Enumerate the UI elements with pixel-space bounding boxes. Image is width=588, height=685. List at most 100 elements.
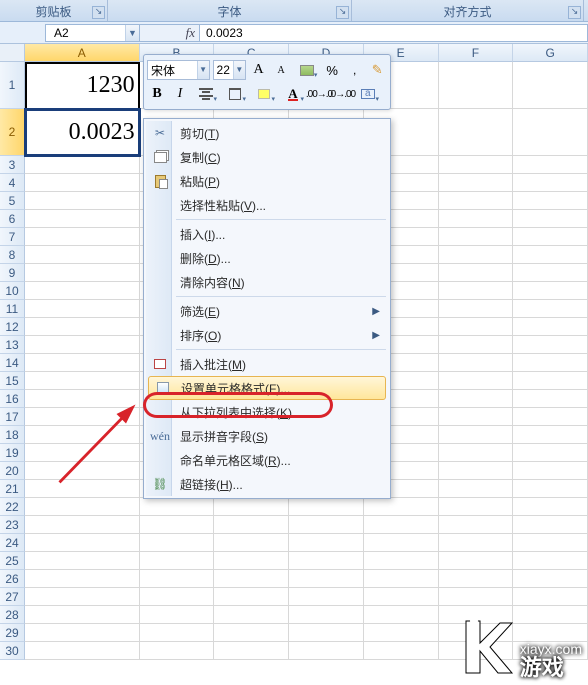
- cell-A12[interactable]: [25, 318, 140, 336]
- col-header-G[interactable]: G: [513, 44, 588, 62]
- row-header-6[interactable]: 6: [0, 210, 25, 228]
- cell-G18[interactable]: [513, 426, 588, 444]
- row-header-8[interactable]: 8: [0, 246, 25, 264]
- font-dialog-launcher[interactable]: ↘: [336, 6, 349, 19]
- bold-button[interactable]: B: [147, 84, 167, 104]
- cell-G17[interactable]: [513, 408, 588, 426]
- cell-F22[interactable]: [439, 498, 514, 516]
- cell-D24[interactable]: [289, 534, 364, 552]
- cell-G13[interactable]: [513, 336, 588, 354]
- cell-G24[interactable]: [513, 534, 588, 552]
- cell-G12[interactable]: [513, 318, 588, 336]
- cell-F17[interactable]: [439, 408, 514, 426]
- cell-A24[interactable]: [25, 534, 140, 552]
- cell-E27[interactable]: [364, 588, 439, 606]
- menu-format-cells[interactable]: 设置单元格格式(F)...: [148, 376, 386, 400]
- row-header-2[interactable]: 2: [0, 109, 25, 156]
- cell-B30[interactable]: [140, 642, 215, 660]
- menu-paste-special[interactable]: 选择性粘贴(V)...: [146, 193, 388, 217]
- cell-F7[interactable]: [439, 228, 514, 246]
- cell-F10[interactable]: [439, 282, 514, 300]
- cell-A14[interactable]: [25, 354, 140, 372]
- cell-F18[interactable]: [439, 426, 514, 444]
- cell-C27[interactable]: [214, 588, 289, 606]
- cell-E23[interactable]: [364, 516, 439, 534]
- cell-F21[interactable]: [439, 480, 514, 498]
- cell-F11[interactable]: [439, 300, 514, 318]
- row-header-1[interactable]: 1: [0, 62, 25, 109]
- grow-font-button[interactable]: A: [249, 60, 269, 80]
- cell-A28[interactable]: [25, 606, 140, 624]
- cell-G2[interactable]: [513, 109, 588, 156]
- cell-G15[interactable]: [513, 372, 588, 390]
- cell-F13[interactable]: [439, 336, 514, 354]
- cell-A3[interactable]: [25, 156, 140, 174]
- cell-F1[interactable]: [439, 62, 514, 109]
- row-header-27[interactable]: 27: [0, 588, 25, 606]
- cell-A19[interactable]: [25, 444, 140, 462]
- percent-button[interactable]: %: [322, 60, 342, 80]
- cell-A6[interactable]: [25, 210, 140, 228]
- menu-filter[interactable]: 筛选(E) ▶: [146, 299, 388, 323]
- cell-G7[interactable]: [513, 228, 588, 246]
- cell-F3[interactable]: [439, 156, 514, 174]
- cell-F5[interactable]: [439, 192, 514, 210]
- format-painter-button[interactable]: ✎: [367, 60, 387, 80]
- cell-A21[interactable]: [25, 480, 140, 498]
- cell-G25[interactable]: [513, 552, 588, 570]
- cell-F19[interactable]: [439, 444, 514, 462]
- cell-C28[interactable]: [214, 606, 289, 624]
- cell-A27[interactable]: [25, 588, 140, 606]
- font-color-button[interactable]: A: [280, 84, 306, 104]
- cell-B26[interactable]: [140, 570, 215, 588]
- cell-A4[interactable]: [25, 174, 140, 192]
- cell-B22[interactable]: [140, 498, 215, 516]
- row-header-4[interactable]: 4: [0, 174, 25, 192]
- cell-styles-button[interactable]: [294, 60, 319, 80]
- row-header-15[interactable]: 15: [0, 372, 25, 390]
- mini-font-name[interactable]: 宋体 ▼: [147, 60, 210, 80]
- row-header-23[interactable]: 23: [0, 516, 25, 534]
- row-header-25[interactable]: 25: [0, 552, 25, 570]
- cell-F20[interactable]: [439, 462, 514, 480]
- cell-F8[interactable]: [439, 246, 514, 264]
- formula-input[interactable]: 0.0023: [200, 24, 588, 42]
- cell-E22[interactable]: [364, 498, 439, 516]
- cell-C24[interactable]: [214, 534, 289, 552]
- mini-font-size[interactable]: 22 ▼: [213, 60, 246, 80]
- cell-D28[interactable]: [289, 606, 364, 624]
- menu-hyperlink[interactable]: ⛓ 超链接(H)...: [146, 472, 388, 496]
- cell-C26[interactable]: [214, 570, 289, 588]
- menu-insert-comment[interactable]: 插入批注(M): [146, 352, 388, 376]
- cell-B23[interactable]: [140, 516, 215, 534]
- cell-G23[interactable]: [513, 516, 588, 534]
- cell-F6[interactable]: [439, 210, 514, 228]
- cell-C30[interactable]: [214, 642, 289, 660]
- name-box-dropdown[interactable]: ▼: [125, 25, 139, 41]
- cell-G4[interactable]: [513, 174, 588, 192]
- cell-E28[interactable]: [364, 606, 439, 624]
- alignment-dialog-launcher[interactable]: ↘: [568, 6, 581, 19]
- cell-C25[interactable]: [214, 552, 289, 570]
- cell-F25[interactable]: [439, 552, 514, 570]
- menu-insert[interactable]: 插入(I)...: [146, 222, 388, 246]
- row-header-13[interactable]: 13: [0, 336, 25, 354]
- cell-A22[interactable]: [25, 498, 140, 516]
- menu-clear-contents[interactable]: 清除内容(N): [146, 270, 388, 294]
- cell-A7[interactable]: [25, 228, 140, 246]
- cell-A29[interactable]: [25, 624, 140, 642]
- row-header-20[interactable]: 20: [0, 462, 25, 480]
- cell-C22[interactable]: [214, 498, 289, 516]
- cell-G26[interactable]: [513, 570, 588, 588]
- cell-D27[interactable]: [289, 588, 364, 606]
- cell-A2[interactable]: 0.0023: [25, 109, 140, 156]
- row-header-26[interactable]: 26: [0, 570, 25, 588]
- cell-A25[interactable]: [25, 552, 140, 570]
- cell-B24[interactable]: [140, 534, 215, 552]
- cell-A8[interactable]: [25, 246, 140, 264]
- cell-F16[interactable]: [439, 390, 514, 408]
- row-header-7[interactable]: 7: [0, 228, 25, 246]
- cell-B29[interactable]: [140, 624, 215, 642]
- cell-G21[interactable]: [513, 480, 588, 498]
- row-header-18[interactable]: 18: [0, 426, 25, 444]
